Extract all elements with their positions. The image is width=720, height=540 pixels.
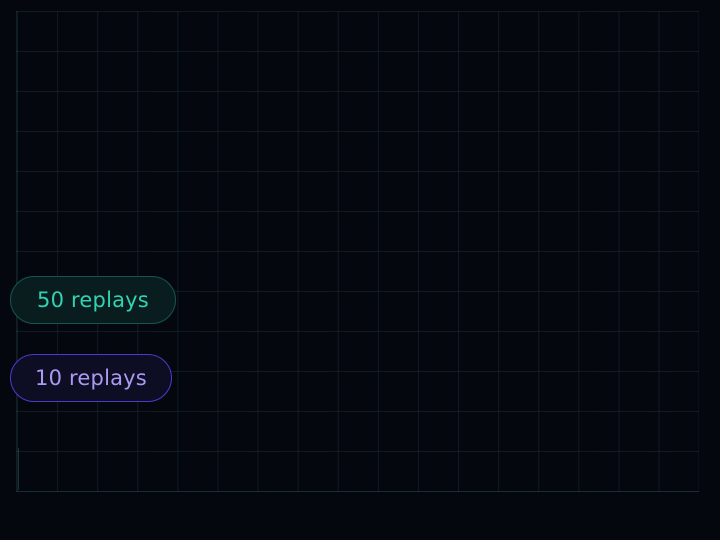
legend-pill-50-replays[interactable]: 50 replays [10, 276, 176, 324]
axis-tick [18, 448, 19, 490]
chart-grid [16, 11, 699, 492]
legend-pill-10-replays[interactable]: 10 replays [10, 354, 172, 402]
replay-canvas: 50 replays 10 replays [0, 0, 720, 540]
